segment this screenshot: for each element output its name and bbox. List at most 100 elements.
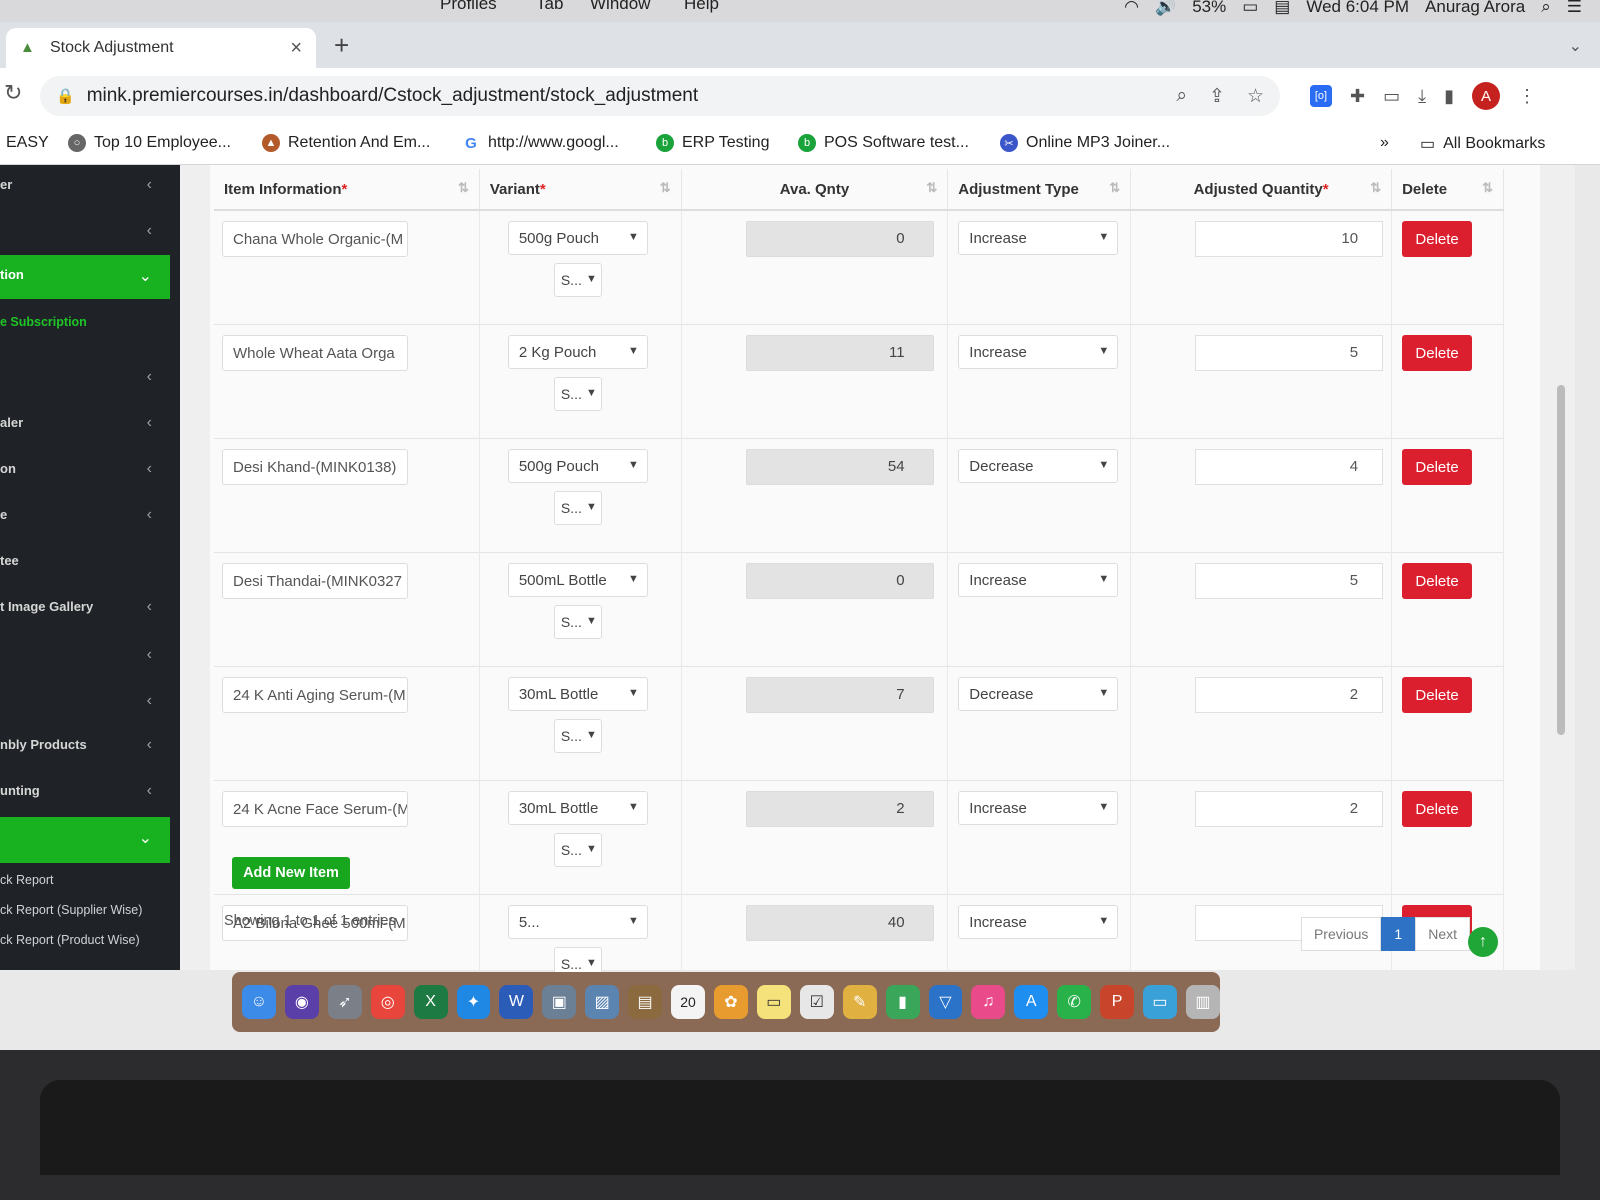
all-bookmarks[interactable]: ▭ All Bookmarks [1420,134,1545,154]
delete-button[interactable]: Delete [1402,563,1473,599]
sort-icon[interactable]: ⇅ [458,180,469,196]
adjusted-qty-input[interactable]: 2 [1195,677,1384,713]
bookmark-google[interactable]: Ghttp://www.googl... [462,134,619,152]
secondary-select[interactable]: S... ▼ [553,263,602,297]
adjusted-qty-input[interactable]: 5 [1195,335,1384,371]
image-capture-icon[interactable]: ▣ [542,985,577,1019]
sidebar-item-4[interactable]: ‹ [0,357,170,401]
variant-select[interactable]: 30mL Bottle ▼ [507,677,648,711]
sidebar-item-1[interactable]: er ‹ [0,165,170,209]
bookmark-easy[interactable]: EASY [6,134,49,152]
tab-search-chevron-icon[interactable]: ⌄ [1569,36,1582,56]
control-center-icon[interactable]: ☰ [1567,0,1582,17]
col-adjustment-type[interactable]: Adjustment Type ⇅ [947,169,1132,211]
previous-page-button[interactable]: Previous [1300,917,1382,951]
menu-help[interactable]: Help [684,0,719,14]
adjusted-qty-input[interactable]: 2 [1195,791,1384,827]
secondary-select[interactable]: S... ▼ [553,719,602,753]
secondary-select[interactable]: S... ▼ [553,491,602,525]
sort-icon[interactable]: ⇅ [1370,180,1381,196]
calendar-icon[interactable]: 20 [671,985,705,1019]
delete-button[interactable]: Delete [1402,449,1473,485]
sidebar-item-active[interactable]: tion ⌄ [0,255,170,299]
kebab-menu-icon[interactable]: ⋮ [1518,86,1536,107]
launchpad-icon[interactable]: ➶ [327,985,362,1019]
pages-icon[interactable]: ✎ [842,985,877,1019]
numbers-icon[interactable]: ▮ [885,985,920,1019]
adjusted-qty-input[interactable]: 4 [1195,449,1384,485]
cast-icon[interactable]: ▭ [1383,86,1400,107]
app-store-icon[interactable]: A [1014,985,1049,1019]
wifi-icon[interactable]: ◠ [1124,0,1139,17]
adjusted-qty-input[interactable]: 5 [1195,563,1384,599]
extension-icon[interactable]: [o] [1310,85,1332,107]
profile-avatar[interactable]: A [1471,82,1500,110]
col-adjusted-qty[interactable]: Adjusted Quantity* ⇅ [1130,169,1393,211]
item-information-field[interactable]: Whole Wheat Aata Orga [222,335,408,371]
notes-icon[interactable]: ▭ [756,985,791,1019]
spotlight-icon[interactable]: ⌕ [1541,0,1551,17]
secondary-select[interactable]: S... ▼ [553,377,602,411]
delete-button[interactable]: Delete [1402,677,1473,713]
col-item-information[interactable]: Item Information* ⇅ [214,169,480,211]
battery-icon[interactable]: ▭ [1242,0,1258,17]
sidebar-sub-stock-report-product[interactable]: ck Report (Product Wise) [0,933,140,947]
delete-button[interactable]: Delete [1402,335,1473,371]
adjusted-qty-input[interactable]: 10 [1195,221,1384,257]
variant-select[interactable]: 500g Pouch ▼ [507,221,648,255]
close-tab-icon[interactable]: × [290,37,302,60]
music-icon[interactable]: ♫ [971,985,1006,1019]
notes-app-icon[interactable]: ▤ [628,985,663,1019]
finder-icon[interactable]: ☺ [242,985,276,1019]
zoom-icon[interactable]: ⌕ [1176,85,1187,108]
sort-icon[interactable]: ⇅ [1109,180,1120,196]
siri-icon[interactable]: ◉ [284,985,319,1019]
lock-icon[interactable]: 🔒 [56,87,75,105]
url-text[interactable]: mink.premiercourses.in/dashboard/Cstock_… [87,85,698,107]
sidebar-item-2[interactable]: ‹ [0,211,170,255]
share-icon[interactable]: ⇪ [1209,85,1225,108]
item-information-field[interactable]: Chana Whole Organic-(M [222,221,408,257]
sort-icon[interactable]: ⇅ [660,180,671,196]
delete-button[interactable]: Delete [1402,221,1473,257]
sort-icon[interactable]: ⇅ [926,180,937,196]
sidebar-sub-stock-report[interactable]: ck Report [0,873,54,887]
star-icon[interactable]: ☆ [1247,85,1264,108]
preview-icon[interactable]: ▨ [585,985,620,1019]
keynote-icon[interactable]: ▽ [928,985,963,1019]
menu-tab[interactable]: Tab [536,0,563,14]
side-panel-icon[interactable]: ▮ [1444,86,1454,107]
bookmark-mp3-joiner[interactable]: ✂ Online MP3 Joiner... [1000,134,1170,152]
whatsapp-icon[interactable]: ✆ [1057,985,1092,1019]
scroll-top-icon[interactable]: ↑ [1468,927,1498,957]
sidebar-item-gallery[interactable]: t Image Gallery ‹ [0,587,170,631]
bookmark-pos-software[interactable]: b POS Software test... [798,134,969,152]
volume-icon[interactable]: 🔊 [1155,0,1176,17]
reload-icon[interactable]: ↻ [4,80,22,106]
puzzle-icon[interactable]: ✚ [1350,86,1365,107]
bookmark-erp-testing[interactable]: b ERP Testing [656,134,769,152]
bookmark-top10[interactable]: ○ Top 10 Employee... [68,134,231,152]
secondary-select[interactable]: S... ▼ [553,833,602,867]
adjustment-type-select[interactable]: Increase ▼ [958,905,1119,939]
menu-window[interactable]: Window [590,0,650,14]
variant-select[interactable]: 2 Kg Pouch ▼ [507,335,648,369]
sidebar-item-8[interactable]: tee [0,541,170,585]
col-variant[interactable]: Variant* ⇅ [479,169,682,211]
sidebar-item-7[interactable]: e ‹ [0,495,170,539]
sidebar-item-11[interactable]: ‹ [0,681,170,725]
powerpoint-icon[interactable]: P [1100,985,1135,1019]
sidebar-item-5[interactable]: aler ‹ [0,403,170,447]
reminders-icon[interactable]: ☑ [799,985,834,1019]
col-available-qty[interactable]: Ava. Qnty ⇅ [681,169,949,211]
trash-icon[interactable]: ▥ [1185,985,1220,1019]
adjustment-type-select[interactable]: Decrease ▼ [958,677,1119,711]
address-bar[interactable]: 🔒 mink.premiercourses.in/dashboard/Cstoc… [40,76,1280,116]
adjustment-type-select[interactable]: Increase ▼ [958,791,1119,825]
clock[interactable]: Wed 6:04 PM [1306,0,1409,17]
new-tab-icon[interactable]: + [334,30,349,61]
variant-select[interactable]: 500g Pouch ▼ [507,449,648,483]
bookmark-retention[interactable]: ▲ Retention And Em... [262,134,430,152]
next-page-button[interactable]: Next [1415,917,1470,951]
sort-icon[interactable]: ⇅ [1482,180,1493,196]
